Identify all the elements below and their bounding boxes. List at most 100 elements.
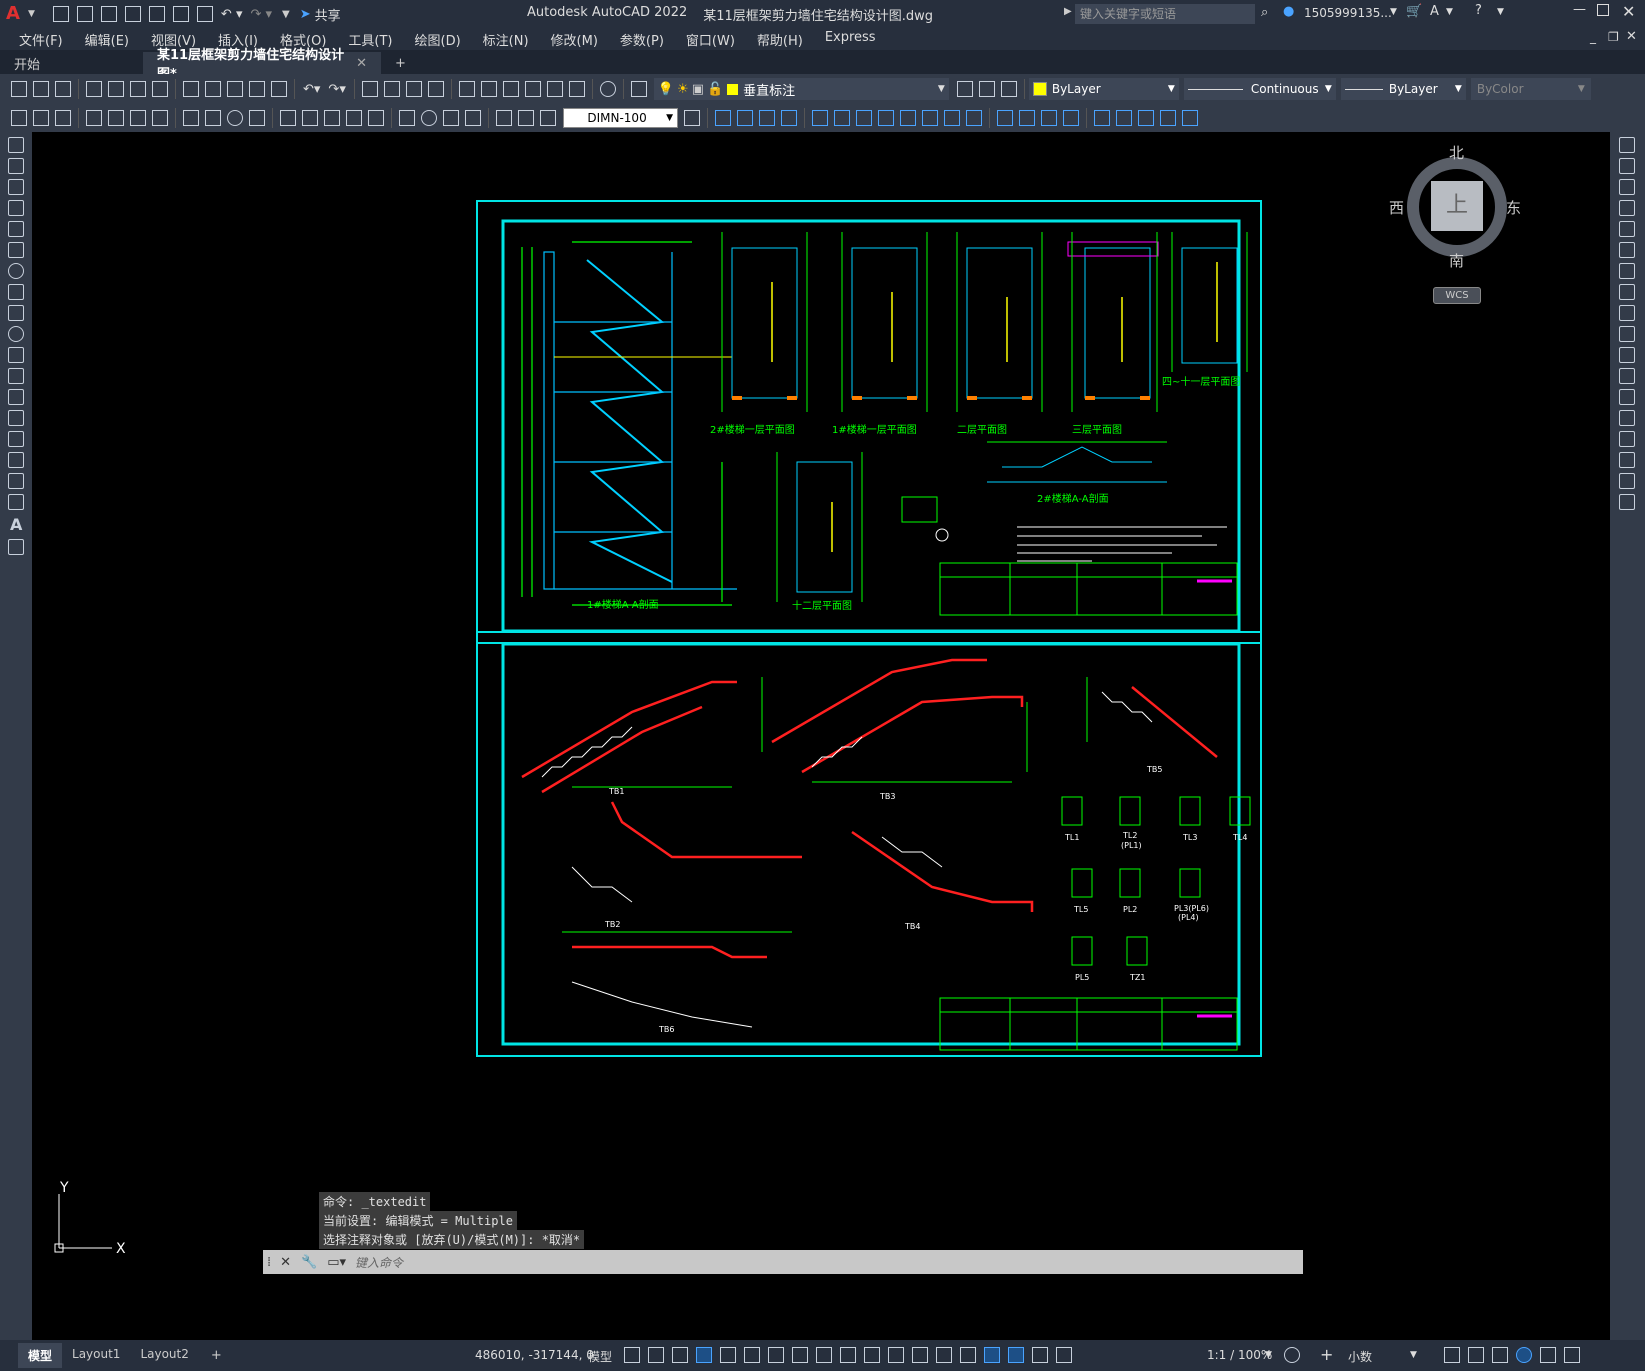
- markup-icon[interactable]: [546, 81, 563, 97]
- menu-item-11[interactable]: 帮助(H): [746, 30, 814, 49]
- design-center-icon[interactable]: [480, 81, 497, 97]
- layout-tab-1[interactable]: Layout1: [62, 1343, 130, 1368]
- print-preview-icon[interactable]: [108, 81, 124, 97]
- clean-screen-icon[interactable]: [1540, 1347, 1556, 1363]
- dim-aligned-icon[interactable]: [108, 110, 124, 126]
- plotstyle-combo[interactable]: ByColor ▼: [1470, 78, 1591, 100]
- copy-object-icon[interactable]: [737, 110, 753, 126]
- app-menu-button[interactable]: A: [6, 3, 28, 25]
- menu-item-5[interactable]: 工具(T): [337, 30, 403, 49]
- print-icon[interactable]: [86, 81, 102, 97]
- viewcube-face-top[interactable]: 上: [1431, 181, 1483, 231]
- customization-icon[interactable]: [1564, 1347, 1580, 1363]
- menu-item-12[interactable]: Express: [814, 30, 887, 49]
- erase-icon[interactable]: [715, 110, 731, 126]
- circle-icon[interactable]: [8, 263, 24, 279]
- zoom-previous-icon[interactable]: [427, 81, 444, 97]
- construction-line-icon[interactable]: [8, 158, 24, 174]
- command-close-icon[interactable]: ✕: [280, 1255, 291, 1270]
- chamfer-icon[interactable]: [1019, 110, 1035, 126]
- linetype-chevron-icon[interactable]: ▼: [1325, 84, 1332, 94]
- dim-diameter-icon[interactable]: [227, 110, 243, 126]
- transparency-icon[interactable]: [864, 1347, 880, 1363]
- publish-icon[interactable]: [130, 81, 146, 97]
- chamfer-tool-icon[interactable]: [1619, 431, 1635, 447]
- object-snap-icon[interactable]: [816, 1347, 832, 1363]
- help-tool-icon[interactable]: [599, 81, 616, 97]
- zoom-realtime-icon[interactable]: [383, 81, 400, 97]
- tool-palettes-icon[interactable]: [502, 81, 519, 97]
- polygon-icon[interactable]: [8, 200, 24, 216]
- a360-chevron-icon[interactable]: ▼: [1446, 7, 1453, 17]
- pan-icon[interactable]: [361, 81, 378, 97]
- break-tool-icon[interactable]: [1619, 389, 1635, 405]
- fillet-icon[interactable]: [1041, 110, 1057, 126]
- viewcube-north[interactable]: 北: [1449, 142, 1464, 163]
- stretch-icon[interactable]: [900, 110, 916, 126]
- plotstyle-chevron-icon[interactable]: ▼: [1578, 84, 1585, 94]
- new-layout-button[interactable]: +: [211, 1348, 222, 1363]
- properties-icon[interactable]: [458, 81, 475, 97]
- offset-icon[interactable]: [781, 110, 797, 126]
- new-tab-button[interactable]: +: [381, 52, 420, 74]
- maximize-icon[interactable]: [1597, 4, 1609, 16]
- menu-item-9[interactable]: 参数(P): [609, 30, 675, 49]
- move-icon[interactable]: [834, 110, 850, 126]
- search-input[interactable]: 键入关键字或短语: [1075, 4, 1255, 24]
- workspace-gear-icon[interactable]: [1284, 1347, 1300, 1363]
- save-as-icon[interactable]: [124, 6, 141, 22]
- revision-cloud-icon[interactable]: [8, 284, 24, 300]
- units-chevron-icon[interactable]: ▼: [1410, 1350, 1417, 1360]
- dimstyle-manager-icon[interactable]: [684, 110, 700, 126]
- rotate-icon[interactable]: [856, 110, 872, 126]
- tab-close-icon[interactable]: ✕: [356, 56, 367, 71]
- extend-icon[interactable]: [944, 110, 960, 126]
- extend-tool-icon[interactable]: [1619, 347, 1635, 363]
- share-icon[interactable]: ➤: [300, 7, 311, 22]
- doc-restore-icon[interactable]: ❐: [1608, 30, 1619, 44]
- save-icon[interactable]: [100, 6, 117, 22]
- layer-viewport-icon[interactable]: ▣: [692, 82, 704, 97]
- customize-chevron-icon[interactable]: ▼: [282, 9, 290, 20]
- ungroup-icon[interactable]: [55, 110, 71, 126]
- object-snap-tracking-icon[interactable]: [792, 1347, 808, 1363]
- autodesk-a360-icon[interactable]: A: [1430, 4, 1439, 19]
- tab-document[interactable]: 某11层框架剪力墙住宅结构设计图* ✕: [143, 48, 381, 82]
- doc-close-icon[interactable]: ✕: [1626, 29, 1637, 44]
- layer-combo[interactable]: 💡 ☀ ▣ 🔓 垂直标注 ▼: [653, 78, 949, 100]
- hatch-icon[interactable]: [1160, 110, 1176, 126]
- viewcube-south[interactable]: 南: [1449, 250, 1464, 271]
- array-icon[interactable]: [812, 110, 828, 126]
- dim-break-icon[interactable]: [368, 110, 384, 126]
- copy-tool-icon[interactable]: [1619, 158, 1635, 174]
- wcs-menu-button[interactable]: WCS: [1433, 287, 1481, 304]
- cut-icon[interactable]: [183, 81, 199, 97]
- layer-lock-icon[interactable]: 🔓: [707, 82, 723, 97]
- create-block-icon[interactable]: [8, 389, 24, 405]
- viewcube-west[interactable]: 西: [1389, 197, 1404, 218]
- make-block-icon[interactable]: [1116, 110, 1132, 126]
- point-icon[interactable]: [1138, 110, 1154, 126]
- dim-ordinate-icon[interactable]: [152, 110, 168, 126]
- annotation-scale-icon[interactable]: [1056, 1347, 1072, 1363]
- dim-radius-icon[interactable]: [183, 110, 199, 126]
- rectangle-icon[interactable]: [8, 221, 24, 237]
- lineweight-chevron-icon[interactable]: ▼: [1455, 84, 1462, 94]
- save-web-icon[interactable]: [172, 6, 189, 22]
- gradient-icon[interactable]: [1182, 110, 1198, 126]
- erase-tool-icon[interactable]: [1619, 137, 1635, 153]
- menu-item-0[interactable]: 文件(F): [8, 30, 74, 49]
- copy-icon[interactable]: [205, 81, 221, 97]
- spline-icon[interactable]: [8, 305, 24, 321]
- drawing-canvas[interactable]: 1#楼梯A-A剖面 2#楼梯一层平面图 1#楼梯一层平面图 二层平面图 三层平面…: [32, 132, 1610, 1340]
- mirror-icon[interactable]: [759, 110, 775, 126]
- dim-continue-icon[interactable]: [324, 110, 340, 126]
- dim-arc-icon[interactable]: [130, 110, 146, 126]
- open-file-icon[interactable]: [33, 81, 49, 97]
- isolate-objects-icon[interactable]: [1492, 1347, 1508, 1363]
- auto-scale-icon[interactable]: [1032, 1347, 1048, 1363]
- make-current-icon[interactable]: [956, 81, 973, 97]
- undo-tool-icon[interactable]: ↶▾: [303, 82, 320, 97]
- rotate-tool-icon[interactable]: [1619, 263, 1635, 279]
- polyline-icon[interactable]: [8, 179, 24, 195]
